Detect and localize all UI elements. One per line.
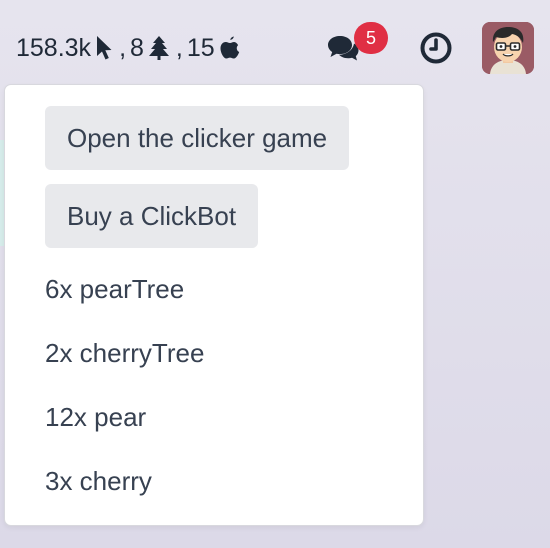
tree-icon <box>148 35 170 61</box>
unread-messages-badge: 5 <box>354 22 388 54</box>
clicks-count: 158.3k <box>16 33 92 62</box>
inventory-item: 3x cherry <box>45 466 152 496</box>
activity-button[interactable] <box>414 28 458 72</box>
fruits-count: 15 <box>186 33 215 62</box>
buy-clickbot-button[interactable]: Buy a ClickBot <box>45 184 259 248</box>
inventory-item: 6x pearTree <box>45 274 185 304</box>
apple-icon <box>219 35 241 61</box>
inventory-item: 12x pear <box>45 402 147 432</box>
open-clicker-game-button[interactable]: Open the clicker game <box>45 106 350 170</box>
inventory-item: 2x cherryTree <box>45 338 205 368</box>
clicker-stats[interactable]: 158.3k , 8 , 15 <box>16 30 241 66</box>
stats-separator: , <box>119 33 127 62</box>
clicker-dropdown-menu: Open the clicker game Buy a ClickBot 6x … <box>4 84 424 526</box>
clock-icon <box>419 31 453 70</box>
top-navbar: 158.3k , 8 , 15 5 <box>0 0 550 92</box>
mouse-pointer-icon <box>95 35 113 61</box>
trees-count: 8 <box>130 33 144 62</box>
stats-separator: , <box>175 33 183 62</box>
user-avatar[interactable] <box>482 22 534 74</box>
